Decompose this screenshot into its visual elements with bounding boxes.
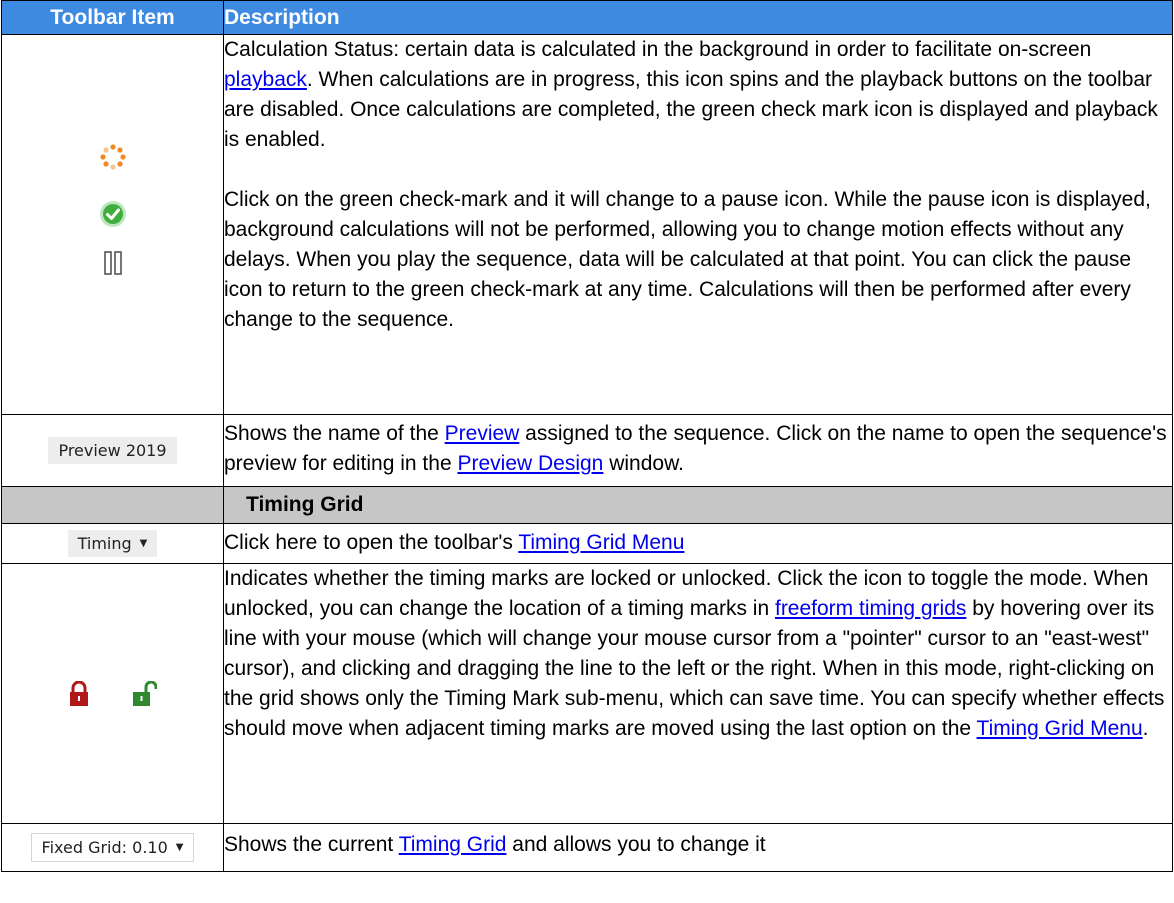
pause-icon <box>103 250 123 276</box>
description-cell: Shows the current Timing Grid and allows… <box>223 823 1173 872</box>
icon-cell <box>1 34 224 415</box>
preview-design-link[interactable]: Preview Design <box>457 452 603 475</box>
table-row-lock: Indicates whether the timing marks are l… <box>1 563 1173 824</box>
description-cell: Indicates whether the timing marks are l… <box>223 563 1173 824</box>
chevron-down-icon: ▼ <box>139 538 148 549</box>
check-circle-icon <box>99 200 127 228</box>
table-row-preview: Preview 2019 Shows the name of the Previ… <box>1 414 1173 487</box>
timing-grid-menu-link[interactable]: Timing Grid Menu <box>977 717 1143 740</box>
toolbar-reference-table: Toolbar Item Description Calculation Sta… <box>1 0 1173 872</box>
icon-cell: Fixed Grid: 0.10 ▼ <box>1 823 224 872</box>
timing-label: Timing <box>77 534 132 553</box>
timing-grid-select[interactable]: Fixed Grid: 0.10 ▼ <box>30 833 195 862</box>
text: Calculation Status: certain data is calc… <box>224 38 1092 61</box>
column-header-toolbar-item: Toolbar Item <box>1 0 224 35</box>
text: Shows the current <box>224 833 399 856</box>
description-cell: Shows the name of the Preview assigned t… <box>223 414 1173 487</box>
section-row-timing-grid: Timing Grid <box>1 486 1173 524</box>
timing-grid-value: Fixed Grid: 0.10 <box>41 838 168 857</box>
lock-icon[interactable] <box>68 680 90 707</box>
preview-name-button[interactable]: Preview 2019 <box>48 437 177 464</box>
spinner-icon <box>99 143 126 170</box>
text: window. <box>603 452 684 475</box>
column-header-description: Description <box>223 0 1173 35</box>
description-cell: Click here to open the toolbar's Timing … <box>223 523 1173 564</box>
preview-link[interactable]: Preview <box>445 422 520 445</box>
playback-link[interactable]: playback <box>224 68 307 91</box>
section-title: Timing Grid <box>223 486 1173 524</box>
description-cell: Calculation Status: certain data is calc… <box>223 34 1173 415</box>
icon-cell <box>1 563 224 824</box>
chevron-down-icon: ▼ <box>175 842 184 853</box>
paragraph: Click on the green check-mark and it wil… <box>224 188 1151 331</box>
header-row: Toolbar Item Description <box>1 0 1173 35</box>
text: Click here to open the toolbar's <box>224 531 519 554</box>
text: . <box>1142 717 1149 740</box>
timing-grid-link[interactable]: Timing Grid <box>399 833 507 856</box>
text: and allows you to change it <box>506 833 766 856</box>
paragraph: Calculation Status: certain data is calc… <box>224 35 1172 155</box>
table-row-fixed-grid: Fixed Grid: 0.10 ▼ Shows the current Timi… <box>1 823 1173 872</box>
section-empty-cell <box>1 486 224 524</box>
icon-cell: Preview 2019 <box>1 414 224 487</box>
table-row-calculation-status: Calculation Status: certain data is calc… <box>1 34 1173 415</box>
timing-dropdown-button[interactable]: Timing ▼ <box>67 530 158 557</box>
icon-cell: Timing ▼ <box>1 523 224 564</box>
table-row-timing: Timing ▼ Click here to open the toolbar's… <box>1 523 1173 564</box>
text: Shows the name of the <box>224 422 445 445</box>
text: . When calculations are in progress, thi… <box>224 68 1158 151</box>
freeform-timing-grids-link[interactable]: freeform timing grids <box>775 597 966 620</box>
unlock-icon[interactable] <box>131 680 158 707</box>
timing-grid-menu-link[interactable]: Timing Grid Menu <box>518 531 684 554</box>
